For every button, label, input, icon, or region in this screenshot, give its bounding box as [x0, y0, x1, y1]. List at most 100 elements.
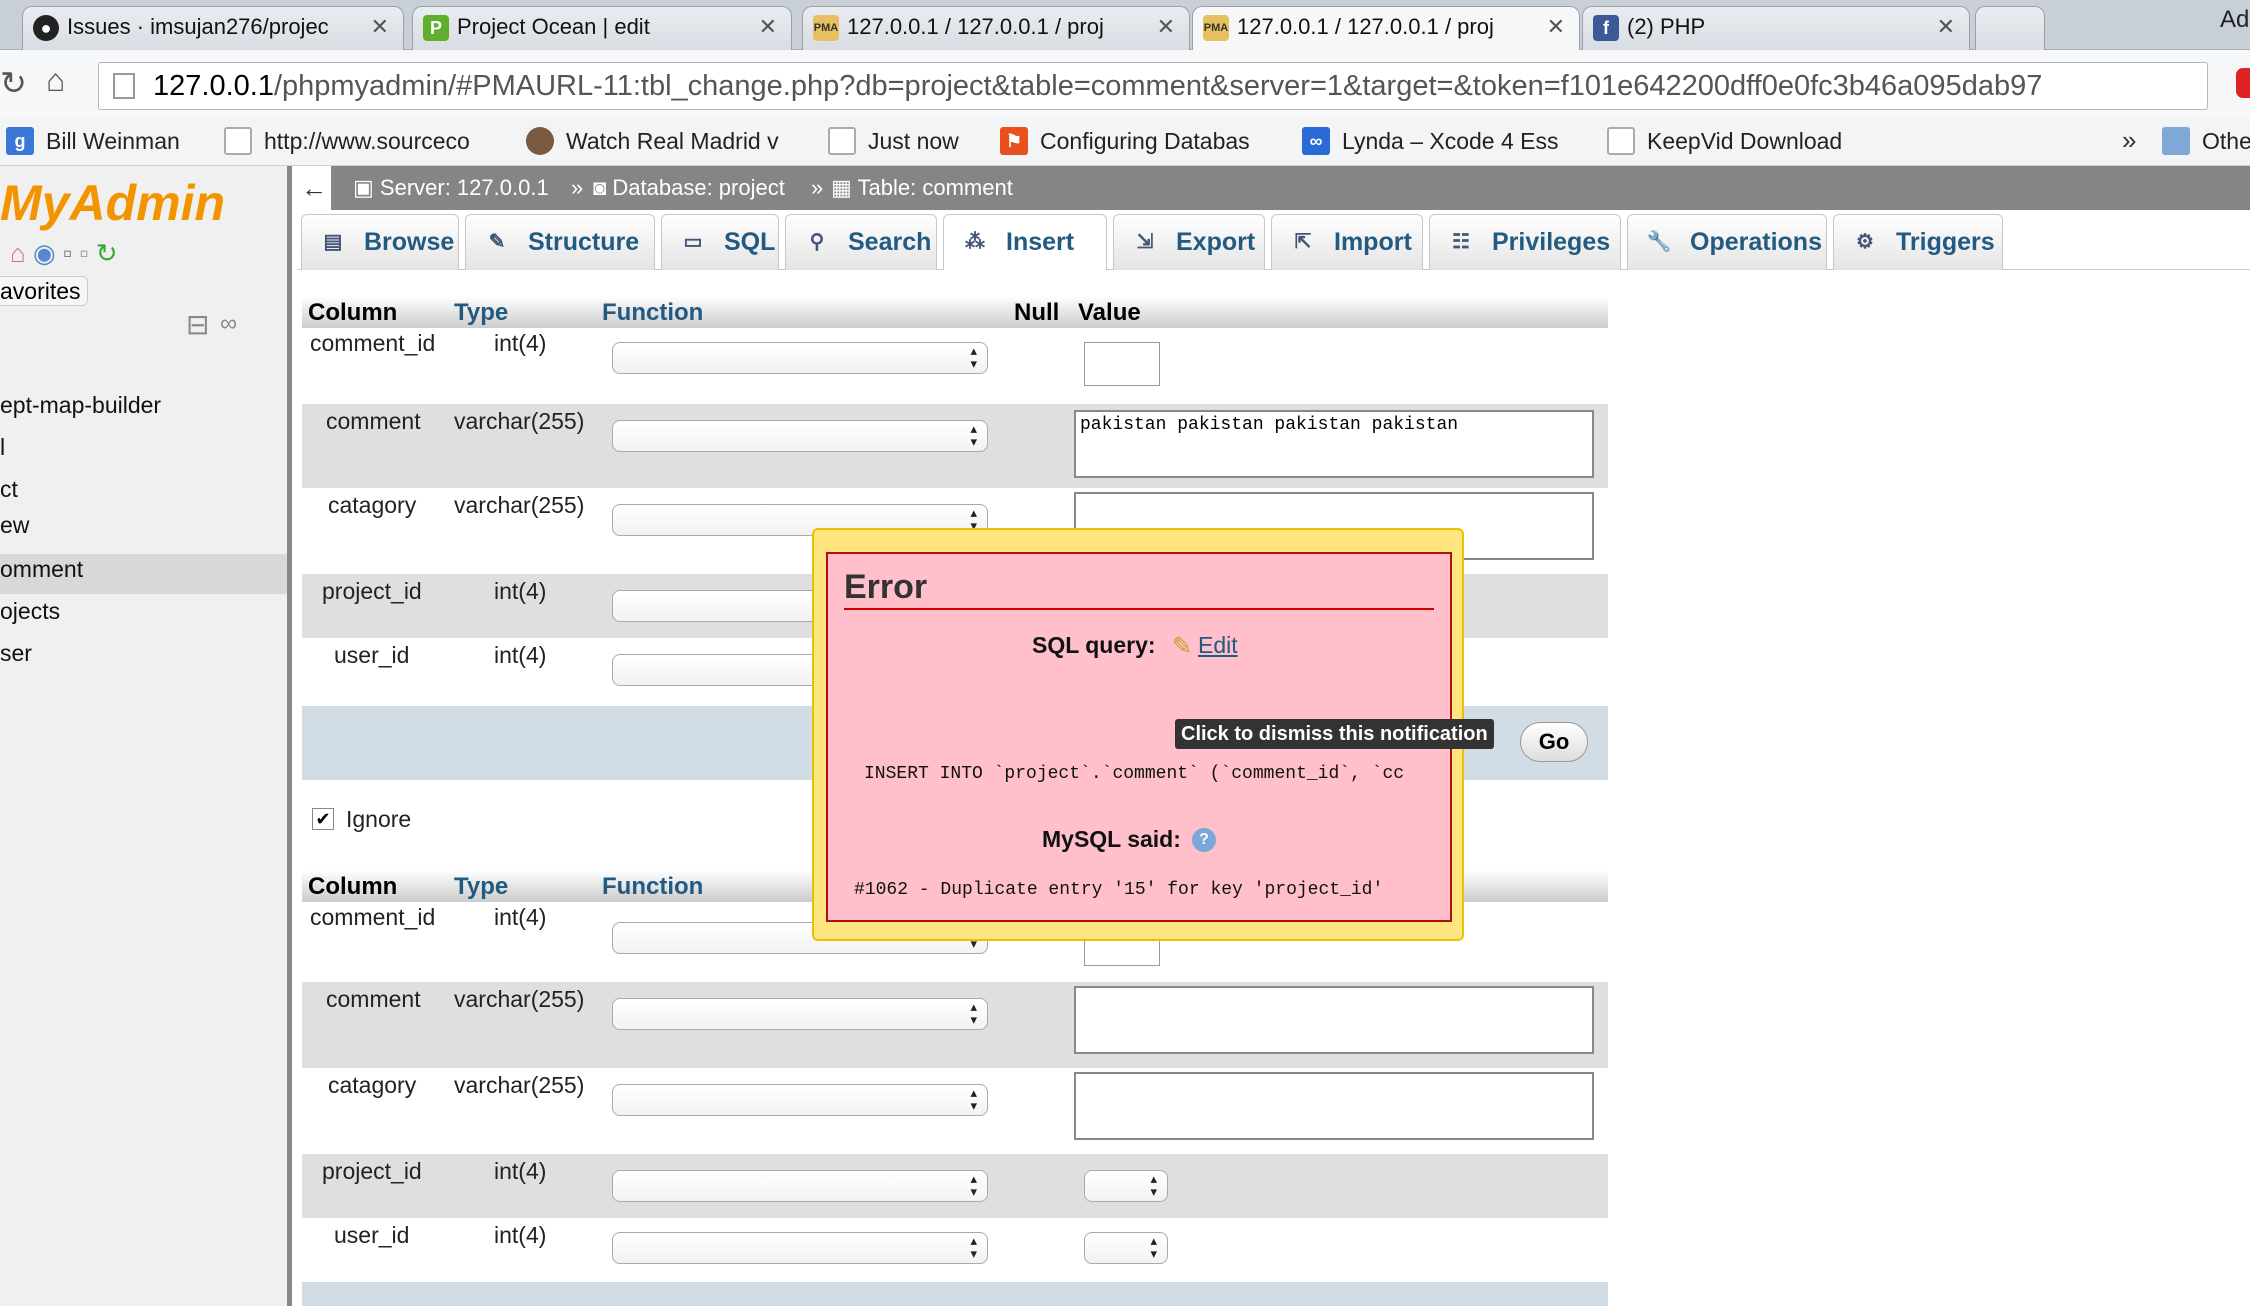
tab-structure[interactable]: ✎ Structure: [465, 214, 655, 270]
sidebar-item[interactable]: ew: [0, 512, 29, 539]
tab-triggers[interactable]: ⚙ Triggers: [1833, 214, 2003, 270]
sidebar-item[interactable]: l: [0, 434, 5, 461]
table-row: catagory varchar(255): [302, 1068, 1608, 1154]
browser-tab-pma-1[interactable]: PMA 127.0.0.1 / 127.0.0.1 / proj ✕: [802, 6, 1190, 50]
browser-tab-php[interactable]: f (2) PHP ✕: [1582, 6, 1970, 50]
form-footer: [302, 1282, 1608, 1306]
page-icon: [1607, 127, 1635, 155]
tab-browse[interactable]: ▤ Browse: [301, 214, 459, 270]
function-select[interactable]: [612, 1084, 988, 1116]
error-title: Error: [844, 568, 928, 606]
function-select[interactable]: [612, 342, 988, 374]
tab-export[interactable]: ⇲ Export: [1113, 214, 1265, 270]
value-textarea[interactable]: [1074, 986, 1594, 1054]
close-icon[interactable]: ✕: [759, 7, 777, 47]
close-icon[interactable]: ✕: [1547, 7, 1565, 47]
header-type[interactable]: Type: [454, 296, 508, 330]
table-row: user_id int(4): [302, 1218, 1608, 1282]
other-bookmarks[interactable]: Othe: [2160, 125, 2250, 157]
navigation-sidebar: MyAdmin ⌂ ◉ ▫ ▫ ↻ avorites ⊟ ∞ ept-map-b…: [0, 166, 292, 1306]
insert-icon: ⁂: [965, 231, 985, 253]
page-icon: [113, 73, 135, 99]
bookmark-item[interactable]: http://www.sourceco: [222, 125, 492, 157]
close-icon[interactable]: ✕: [371, 7, 389, 47]
export-icon: ⇲: [1136, 231, 1154, 253]
bookmark-item[interactable]: g Bill Weinman: [4, 125, 194, 157]
tab-insert[interactable]: ⁂ Insert: [943, 214, 1107, 270]
ignore-checkbox[interactable]: ✔: [312, 808, 334, 830]
home-icon[interactable]: ⌂: [10, 238, 26, 268]
bookmark-item[interactable]: ⚑ Configuring Databas: [998, 125, 1274, 157]
value-textarea[interactable]: [1074, 1072, 1594, 1140]
header-type[interactable]: Type: [454, 870, 508, 904]
breadcrumb-database[interactable]: ◙ Database: project: [593, 166, 785, 210]
breadcrumb-server[interactable]: ▣ Server: 127.0.0.1: [353, 166, 549, 210]
sidebar-item-user[interactable]: ser: [0, 640, 32, 667]
table-icon: ▦: [831, 175, 858, 200]
close-icon[interactable]: ✕: [1157, 7, 1175, 47]
bookmark-item[interactable]: Watch Real Madrid v: [524, 125, 794, 157]
value-textarea[interactable]: pakistan pakistan pakistan pakistan: [1074, 410, 1594, 478]
value-select[interactable]: [1084, 1232, 1168, 1264]
function-select[interactable]: [612, 998, 988, 1030]
tab-privileges[interactable]: ☷ Privileges: [1429, 214, 1621, 270]
table-row: comment varchar(255): [302, 982, 1608, 1068]
tab-label: 127.0.0.1 / 127.0.0.1 / proj: [847, 14, 1104, 39]
server-icon: ▣: [353, 175, 380, 200]
link-icon[interactable]: ∞: [220, 310, 237, 338]
table-header: Column Type Function Null Value: [302, 296, 1608, 328]
main-tabs: ▤ Browse ✎ Structure ▭ SQL ⚲ Search ⁂ Insert …: [297, 210, 2250, 270]
reload-icon[interactable]: ↻: [96, 238, 118, 268]
value-select[interactable]: [1084, 1170, 1168, 1202]
collapse-icon[interactable]: ⊟: [186, 308, 209, 341]
breadcrumb-separator: »: [811, 175, 824, 200]
function-select[interactable]: [612, 1232, 988, 1264]
sidebar-item-projects[interactable]: ojects: [0, 598, 60, 625]
edit-link[interactable]: Edit: [1198, 632, 1238, 659]
close-icon[interactable]: ✕: [1937, 7, 1955, 47]
header-function: Function: [602, 873, 704, 900]
breadcrumb: ← ▣ Server: 127.0.0.1 » ◙ Database: proj…: [297, 166, 2250, 210]
url-host: 127.0.0.1: [153, 70, 274, 102]
bookmark-item[interactable]: KeepVid Download: [1605, 125, 1865, 157]
reload-icon[interactable]: ↻: [0, 64, 27, 102]
go-button[interactable]: Go: [1520, 722, 1588, 762]
address-bar[interactable]: 127.0.0.1/phpmyadmin/#PMAURL-11:tbl_chan…: [98, 62, 2208, 110]
new-tab-button[interactable]: [1975, 6, 2045, 50]
database-icon: ◙: [593, 175, 613, 200]
value-input[interactable]: [1084, 342, 1160, 386]
tab-sql[interactable]: ▭ SQL: [661, 214, 779, 270]
profile-label[interactable]: Ad: [2220, 6, 2249, 34]
docs-icon[interactable]: ▫: [63, 238, 72, 268]
ignore-label: Ignore: [346, 806, 412, 832]
browser-tab-github[interactable]: ● Issues · imsujan276/projec ✕: [22, 6, 404, 50]
sidebar-item-concept-map-builder[interactable]: ept-map-builder: [0, 392, 161, 419]
sidebar-item[interactable]: ct: [0, 476, 18, 503]
tab-operations[interactable]: 🔧 Operations: [1627, 214, 1827, 270]
function-select[interactable]: [612, 1170, 988, 1202]
help-icon[interactable]: ◉: [33, 238, 56, 268]
sidebar-item-comment[interactable]: omment: [0, 556, 83, 583]
bookmark-item[interactable]: ∞ Lynda – Xcode 4 Ess: [1300, 125, 1576, 157]
bookmarks-overflow-icon[interactable]: »: [2122, 125, 2136, 156]
browser-tab-project-ocean[interactable]: P Project Ocean | edit ✕: [412, 6, 792, 50]
triggers-icon: ⚙: [1856, 231, 1874, 253]
home-icon[interactable]: ⌂: [46, 62, 65, 99]
help-icon[interactable]: ?: [1192, 828, 1216, 852]
tab-import[interactable]: ⇱ Import: [1271, 214, 1423, 270]
tab-search[interactable]: ⚲ Search: [785, 214, 937, 270]
github-icon: ●: [33, 15, 59, 41]
tab-label: 127.0.0.1 / 127.0.0.1 / proj: [1237, 14, 1494, 39]
favorites-tab[interactable]: avorites: [0, 276, 88, 306]
wrench-icon: 🔧: [1646, 231, 1672, 253]
avatar-icon: [526, 127, 554, 155]
function-select[interactable]: [612, 420, 988, 452]
browser-tab-pma-active[interactable]: PMA 127.0.0.1 / 127.0.0.1 / proj ✕: [1192, 6, 1580, 50]
tab-label: Issues · imsujan276/projec: [67, 14, 329, 39]
breadcrumb-table[interactable]: ▦ Table: comment: [831, 166, 1013, 210]
phpmyadmin-logo[interactable]: MyAdmin: [0, 174, 225, 232]
back-arrow-icon[interactable]: ←: [297, 166, 331, 210]
bookmark-item[interactable]: Just now: [826, 125, 998, 157]
extension-icon[interactable]: [2236, 68, 2250, 98]
settings-icon[interactable]: ▫: [79, 238, 88, 268]
